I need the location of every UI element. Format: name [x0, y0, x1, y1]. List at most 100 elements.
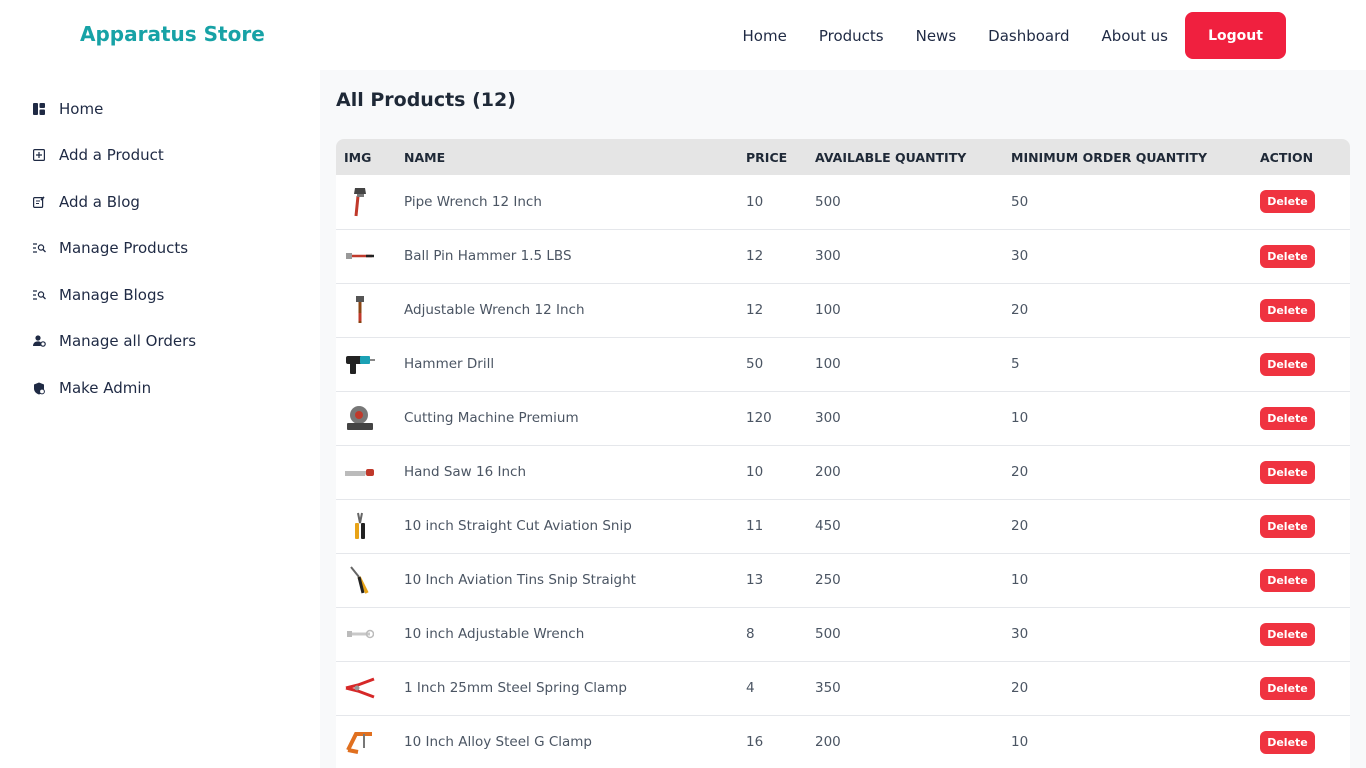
- delete-button[interactable]: Delete: [1260, 622, 1315, 646]
- search-list-icon: [32, 241, 46, 255]
- nav-home[interactable]: Home: [743, 27, 787, 45]
- sidebar-item-label: Make Admin: [59, 379, 152, 397]
- products-table: IMG NAME PRICE AVAILABLE QUANTITY MINIMU…: [336, 139, 1350, 768]
- adjustable-wrench-icon: [344, 618, 376, 650]
- product-name: 10 Inch Aviation Tins Snip Straight: [404, 572, 636, 588]
- product-minimum: 30: [1011, 248, 1029, 264]
- delete-button[interactable]: Delete: [1260, 676, 1315, 700]
- col-header-action: ACTION: [1260, 149, 1314, 165]
- sidebar-item-label: Manage all Orders: [59, 332, 197, 350]
- product-minimum: 10: [1011, 572, 1029, 588]
- delete-button[interactable]: Delete: [1260, 406, 1315, 430]
- product-price: 120: [746, 410, 772, 426]
- product-available: 100: [815, 302, 841, 318]
- product-minimum: 10: [1011, 734, 1029, 750]
- table-row: Adjustable Wrench 12 Inch 12 100 20 Dele…: [336, 283, 1350, 337]
- product-price: 10: [746, 193, 764, 210]
- delete-button[interactable]: Delete: [1260, 298, 1315, 322]
- hammer-icon: [344, 240, 376, 272]
- product-name: 10 Inch Alloy Steel G Clamp: [404, 734, 592, 750]
- product-available: 250: [815, 572, 841, 588]
- drill-icon: [344, 348, 376, 380]
- sidebar-item-home[interactable]: Home: [32, 97, 103, 121]
- sidebar-item-manage-orders[interactable]: Manage all Orders: [32, 329, 196, 353]
- nav-dashboard[interactable]: Dashboard: [988, 27, 1069, 45]
- spring-clamp-icon: [344, 672, 376, 704]
- product-name: 1 Inch 25mm Steel Spring Clamp: [404, 680, 628, 696]
- sidebar-item-label: Manage Blogs: [59, 286, 165, 304]
- sidebar-item-manage-blogs[interactable]: Manage Blogs: [32, 283, 164, 307]
- product-name: Hammer Drill: [404, 356, 495, 372]
- sidebar-item-label: Home: [59, 100, 104, 118]
- pipe-wrench-icon: [344, 186, 376, 218]
- sidebar-item-manage-products[interactable]: Manage Products: [32, 236, 188, 260]
- table-row: Cutting Machine Premium 120 300 10 Delet…: [336, 391, 1350, 445]
- product-minimum: 20: [1011, 302, 1029, 318]
- product-available: 200: [815, 464, 841, 480]
- delete-button[interactable]: Delete: [1260, 352, 1315, 376]
- delete-button[interactable]: Delete: [1260, 460, 1315, 484]
- delete-button[interactable]: Delete: [1260, 244, 1315, 268]
- main-content: All Products (12) IMG NAME PRICE AVAILAB…: [320, 70, 1366, 768]
- delete-button[interactable]: Delete: [1260, 514, 1315, 538]
- brand-logo[interactable]: Apparatus Store: [80, 22, 265, 46]
- product-name: 10 inch Straight Cut Aviation Snip: [404, 518, 632, 534]
- top-navbar: Apparatus Store Home Products News Dashb…: [0, 0, 1366, 70]
- g-clamp-icon: [344, 726, 376, 758]
- product-minimum: 50: [1011, 193, 1029, 210]
- snip-icon: [344, 510, 376, 542]
- table-header-row: IMG NAME PRICE AVAILABLE QUANTITY MINIMU…: [336, 139, 1350, 175]
- product-available: 300: [815, 248, 841, 264]
- nav-about[interactable]: About us: [1102, 27, 1168, 45]
- edit-note-icon: [32, 195, 46, 209]
- sidebar-item-make-admin[interactable]: Make Admin: [32, 376, 151, 400]
- dashboard-icon: [32, 102, 46, 116]
- nav-news[interactable]: News: [916, 27, 957, 45]
- product-available: 350: [815, 680, 841, 696]
- table-row: 10 inch Adjustable Wrench 8 500 30 Delet…: [336, 607, 1350, 661]
- col-header-available: AVAILABLE QUANTITY: [815, 149, 967, 165]
- product-price: 4: [746, 680, 755, 696]
- product-price: 16: [746, 734, 764, 750]
- col-header-name: NAME: [404, 149, 446, 165]
- product-price: 10: [746, 464, 764, 480]
- table-row: Hammer Drill 50 100 5 Delete: [336, 337, 1350, 391]
- product-minimum: 20: [1011, 464, 1029, 480]
- product-name: 10 inch Adjustable Wrench: [404, 626, 585, 642]
- product-minimum: 5: [1011, 356, 1020, 372]
- product-price: 50: [746, 356, 764, 372]
- search-list-icon: [32, 288, 46, 302]
- table-row: Hand Saw 16 Inch 10 200 20 Delete: [336, 445, 1350, 499]
- logout-button[interactable]: Logout: [1185, 12, 1286, 59]
- sidebar-item-add-blog[interactable]: Add a Blog: [32, 190, 140, 214]
- product-name: Adjustable Wrench 12 Inch: [404, 302, 585, 318]
- product-available: 450: [815, 518, 841, 534]
- product-name: Pipe Wrench 12 Inch: [404, 193, 542, 210]
- col-header-img: IMG: [344, 149, 372, 165]
- sidebar-item-add-product[interactable]: Add a Product: [32, 143, 164, 167]
- delete-button[interactable]: Delete: [1260, 568, 1315, 592]
- table-row: Pipe Wrench 12 Inch 10 500 50 Delete: [336, 175, 1350, 229]
- delete-button[interactable]: Delete: [1260, 730, 1315, 754]
- sidebar-item-label: Manage Products: [59, 239, 189, 257]
- product-name: Ball Pin Hammer 1.5 LBS: [404, 248, 572, 264]
- product-available: 200: [815, 734, 841, 750]
- sidebar-item-label: Add a Blog: [59, 193, 140, 211]
- col-header-price: PRICE: [746, 149, 788, 165]
- product-price: 12: [746, 248, 764, 264]
- delete-button[interactable]: Delete: [1260, 190, 1315, 214]
- tin-snip-icon: [344, 564, 376, 596]
- product-name: Hand Saw 16 Inch: [404, 464, 527, 480]
- hand-saw-icon: [344, 456, 376, 488]
- nav-products[interactable]: Products: [819, 27, 884, 45]
- product-minimum: 20: [1011, 680, 1029, 696]
- table-row: Ball Pin Hammer 1.5 LBS 12 300 30 Delete: [336, 229, 1350, 283]
- sidebar-item-label: Add a Product: [59, 146, 164, 164]
- product-available: 300: [815, 410, 841, 426]
- admin-shield-icon: [32, 381, 46, 395]
- product-price: 12: [746, 302, 764, 318]
- product-available: 500: [815, 626, 841, 642]
- product-price: 11: [746, 518, 764, 534]
- col-header-minimum: MINIMUM ORDER QUANTITY: [1011, 149, 1208, 165]
- products-table-container: IMG NAME PRICE AVAILABLE QUANTITY MINIMU…: [336, 139, 1350, 768]
